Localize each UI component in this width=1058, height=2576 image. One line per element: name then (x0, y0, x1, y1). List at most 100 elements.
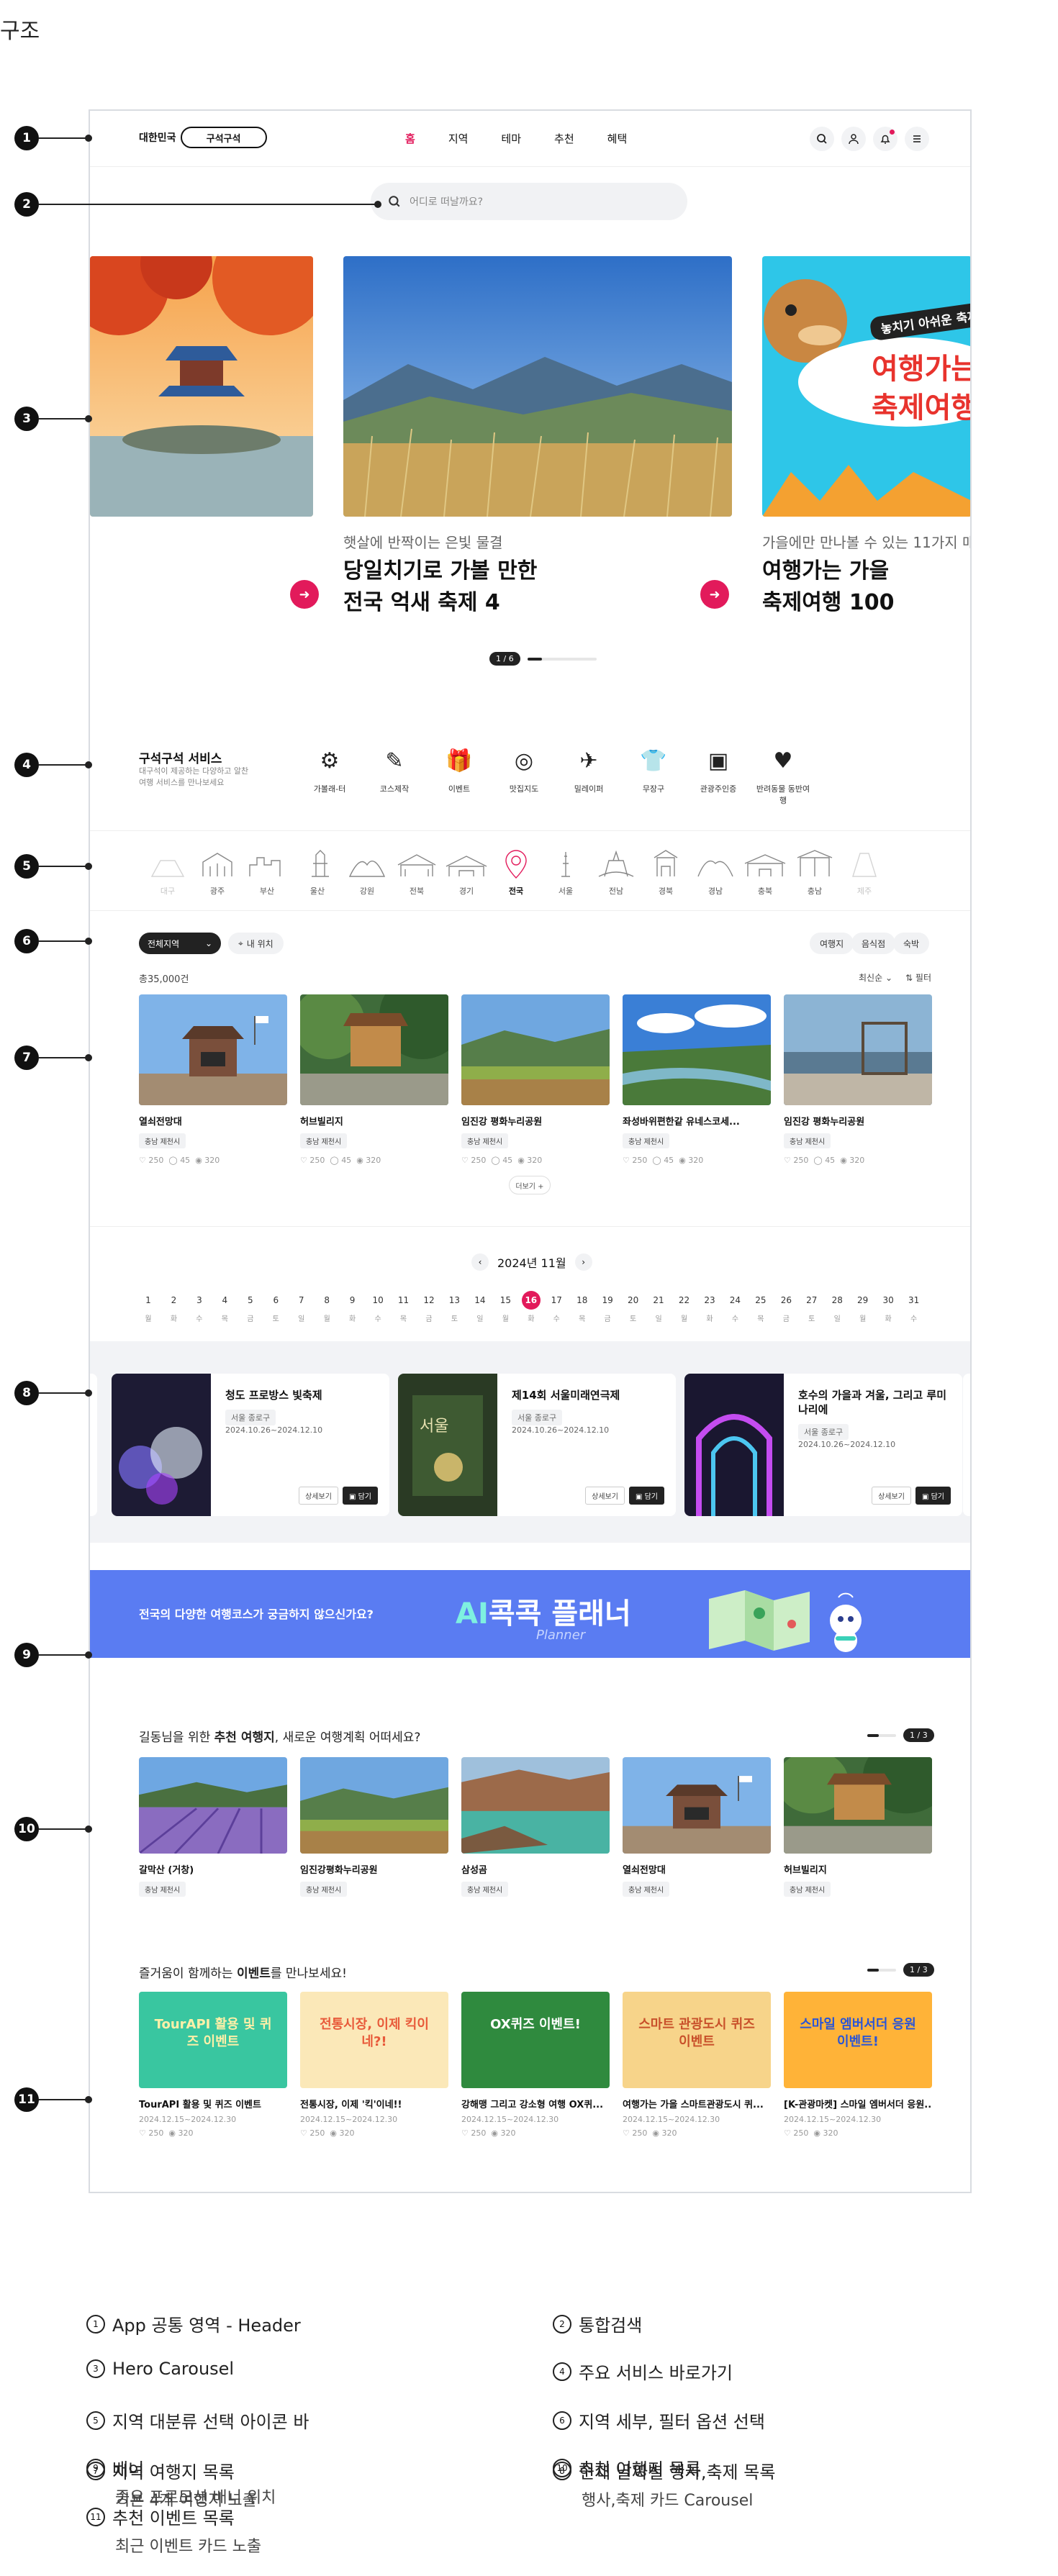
detail-button[interactable]: 상세보기 (585, 1487, 625, 1505)
detail-button[interactable]: 상세보기 (299, 1487, 338, 1505)
calendar-day[interactable]: 20 토 (624, 1291, 643, 1323)
heart-icon[interactable]: ♡ (784, 1156, 791, 1165)
heart-icon[interactable]: ♡ (300, 1156, 307, 1165)
bell-icon[interactable] (873, 127, 898, 151)
region-item[interactable]: 경북 (644, 846, 687, 897)
service-item[interactable]: ♥ 반려동물 동반여행 (754, 744, 813, 806)
calendar-day[interactable]: 14 일 (471, 1291, 489, 1323)
calendar-day[interactable]: 3수 (190, 1291, 209, 1323)
region-item[interactable]: 충북 (743, 846, 787, 897)
region-item[interactable]: 전남 (594, 846, 638, 897)
service-item[interactable]: 🎁 이벤트 (430, 744, 489, 794)
recommend-card[interactable]: 갈막산 (거창) 충남 제천시 (139, 1757, 287, 1897)
save-button[interactable]: ▣ 담기 (342, 1487, 378, 1505)
save-button[interactable]: ▣ 담기 (628, 1487, 664, 1505)
place-card[interactable]: 좌성바위편한같 유네스코세... 충남 제천시 ♡ 250 ◯ 45 ◉ 320 (623, 994, 771, 1165)
recommend-card[interactable]: 삼성곰 충남 제천시 (461, 1757, 610, 1897)
recommend-card[interactable]: 열쇠전망대 충남 제천시 (623, 1757, 771, 1897)
hero-side-image[interactable] (90, 256, 313, 517)
heart-icon[interactable]: ♡ (300, 2128, 307, 2138)
festival-card[interactable]: 호수의 가을과 겨울, 그리고 루미나리에 서울 종로구 2024.10.26~20… (684, 1374, 962, 1516)
service-item[interactable]: ✈ 밀레이퍼 (559, 744, 618, 794)
nav-recommend[interactable]: 추천 (554, 131, 574, 146)
calendar-day[interactable]: 9화 (343, 1291, 362, 1323)
calendar-day[interactable]: 10 수 (369, 1291, 387, 1323)
hero-prev-button[interactable]: ➜ (290, 580, 319, 609)
region-item[interactable]: 서울 (544, 846, 587, 897)
calendar-day[interactable]: 6토 (266, 1291, 285, 1323)
calendar-day[interactable]: 28 일 (828, 1291, 846, 1323)
place-card[interactable]: 임진강 평화누리공원 충남 제천시 ♡ 250 ◯ 45 ◉ 320 (784, 994, 932, 1165)
event-card[interactable]: OX퀴즈 이벤트! 강해맹 그리고 강소형 여행 OX퀴... 2024.12.15… (461, 1992, 610, 2138)
festival-card[interactable]: 서울 제14회 서울미래연극제 서울 종로구 2024.10.26~2024.12.1… (398, 1374, 676, 1516)
nav-theme[interactable]: 테마 (501, 131, 521, 146)
region-item[interactable]: 광주 (196, 846, 239, 897)
place-card[interactable]: 열쇠전망대 충남 제천시 ♡ 250 ◯ 45 ◉ 320 (139, 994, 287, 1165)
service-item[interactable]: ◎ 맛집지도 (494, 744, 553, 794)
chip-food[interactable]: 음식점 (851, 933, 896, 954)
more-button[interactable]: 더보기 + (509, 1176, 551, 1194)
service-item[interactable]: ▣ 관광주인증 (689, 744, 748, 794)
heart-icon[interactable]: ♡ (784, 2128, 791, 2138)
calendar-day[interactable]: 25 목 (751, 1291, 770, 1323)
search-input[interactable]: 어디로 떠날까요? (371, 183, 687, 220)
calendar-day[interactable]: 29 월 (854, 1291, 872, 1323)
region-item[interactable]: 대구 (146, 846, 189, 897)
region-item[interactable]: 부산 (245, 846, 289, 897)
nav-benefit[interactable]: 혜택 (607, 131, 628, 146)
region-select[interactable]: 전체지역 ⌄ (139, 933, 221, 954)
hero-image-1[interactable] (343, 256, 732, 517)
chip-travel[interactable]: 여행지 (810, 933, 854, 954)
calendar-day[interactable]: 27 토 (802, 1291, 821, 1323)
user-icon[interactable] (841, 127, 866, 151)
place-card[interactable]: 허브빌리지 충남 제천시 ♡ 250 ◯ 45 ◉ 320 (300, 994, 448, 1165)
calendar-day[interactable]: 21 일 (649, 1291, 668, 1323)
region-item[interactable]: 제주 (843, 846, 886, 897)
save-button[interactable]: ▣ 담기 (915, 1487, 951, 1505)
nav-home[interactable]: 홈 (405, 131, 415, 146)
region-item[interactable]: 충남 (793, 846, 836, 897)
region-item[interactable]: 전국 (494, 846, 538, 897)
calendar-day[interactable]: 12 금 (420, 1291, 438, 1323)
hero-card-1-go-button[interactable]: ➜ (700, 580, 729, 609)
calendar-day[interactable]: 18 목 (573, 1291, 592, 1323)
calendar-day[interactable]: 1월 (139, 1291, 158, 1323)
region-item[interactable]: 전북 (395, 846, 438, 897)
calendar-day[interactable]: 26 금 (777, 1291, 795, 1323)
region-item[interactable]: 울산 (296, 846, 339, 897)
heart-icon[interactable]: ♡ (461, 1156, 469, 1165)
sort-select[interactable]: 최신순 ⌄ (859, 971, 892, 984)
calendar-day[interactable]: 23 화 (700, 1291, 719, 1323)
calendar-day[interactable]: 30 화 (879, 1291, 898, 1323)
place-card[interactable]: 임진강 평화누리공원 충남 제천시 ♡ 250 ◯ 45 ◉ 320 (461, 994, 610, 1165)
region-item[interactable]: 강원 (345, 846, 389, 897)
chip-stay[interactable]: 숙박 (893, 933, 930, 954)
calendar-day[interactable]: 11 목 (394, 1291, 413, 1323)
event-card[interactable]: 스마일 엠버서더 응원이벤트! [K-관광마켓] 스마일 엠버서더 응원... 20… (784, 1992, 932, 2138)
heart-icon[interactable]: ♡ (623, 2128, 630, 2138)
region-item[interactable]: 경기 (445, 846, 488, 897)
calendar-day[interactable]: 22 월 (675, 1291, 694, 1323)
heart-icon[interactable]: ♡ (139, 1156, 146, 1165)
calendar-day[interactable]: 4목 (215, 1291, 234, 1323)
hero-image-2[interactable]: 놓치기 아쉬운 축제 여행가는 가을 축제여행 (762, 256, 970, 517)
region-item[interactable]: 경남 (694, 846, 737, 897)
recommend-card[interactable]: 허브빌리지 충남 제천시 (784, 1757, 932, 1897)
menu-icon[interactable] (905, 127, 929, 151)
calendar-day[interactable]: 31 수 (905, 1291, 923, 1323)
next-month-button[interactable]: › (574, 1253, 592, 1271)
calendar-day[interactable]: 17 수 (547, 1291, 566, 1323)
calendar-day[interactable]: 16 화 (521, 1291, 541, 1323)
logo[interactable]: 대한민국 구석구석 (139, 127, 267, 148)
heart-icon[interactable]: ♡ (461, 2128, 469, 2138)
promo-banner[interactable]: 전국의 다양한 여행코스가 궁금하지 않으신가요? AI콕콕 플래너 Plann… (90, 1570, 970, 1658)
service-item[interactable]: 👕 무장구 (624, 744, 683, 794)
heart-icon[interactable]: ♡ (139, 2128, 146, 2138)
nav-region[interactable]: 지역 (448, 131, 469, 146)
recommend-card[interactable]: 임진강평화누리공원 충남 제천시 (300, 1757, 448, 1897)
calendar-day[interactable]: 15 월 (496, 1291, 515, 1323)
service-item[interactable]: ⚙ 가볼래-터 (300, 744, 359, 794)
my-location-button[interactable]: ⌖ 내 위치 (228, 933, 284, 954)
festival-card[interactable]: 청도 프로방스 빛축제 서울 종로구 2024.10.26~2024.12.10 상세… (112, 1374, 389, 1516)
detail-button[interactable]: 상세보기 (872, 1487, 911, 1505)
